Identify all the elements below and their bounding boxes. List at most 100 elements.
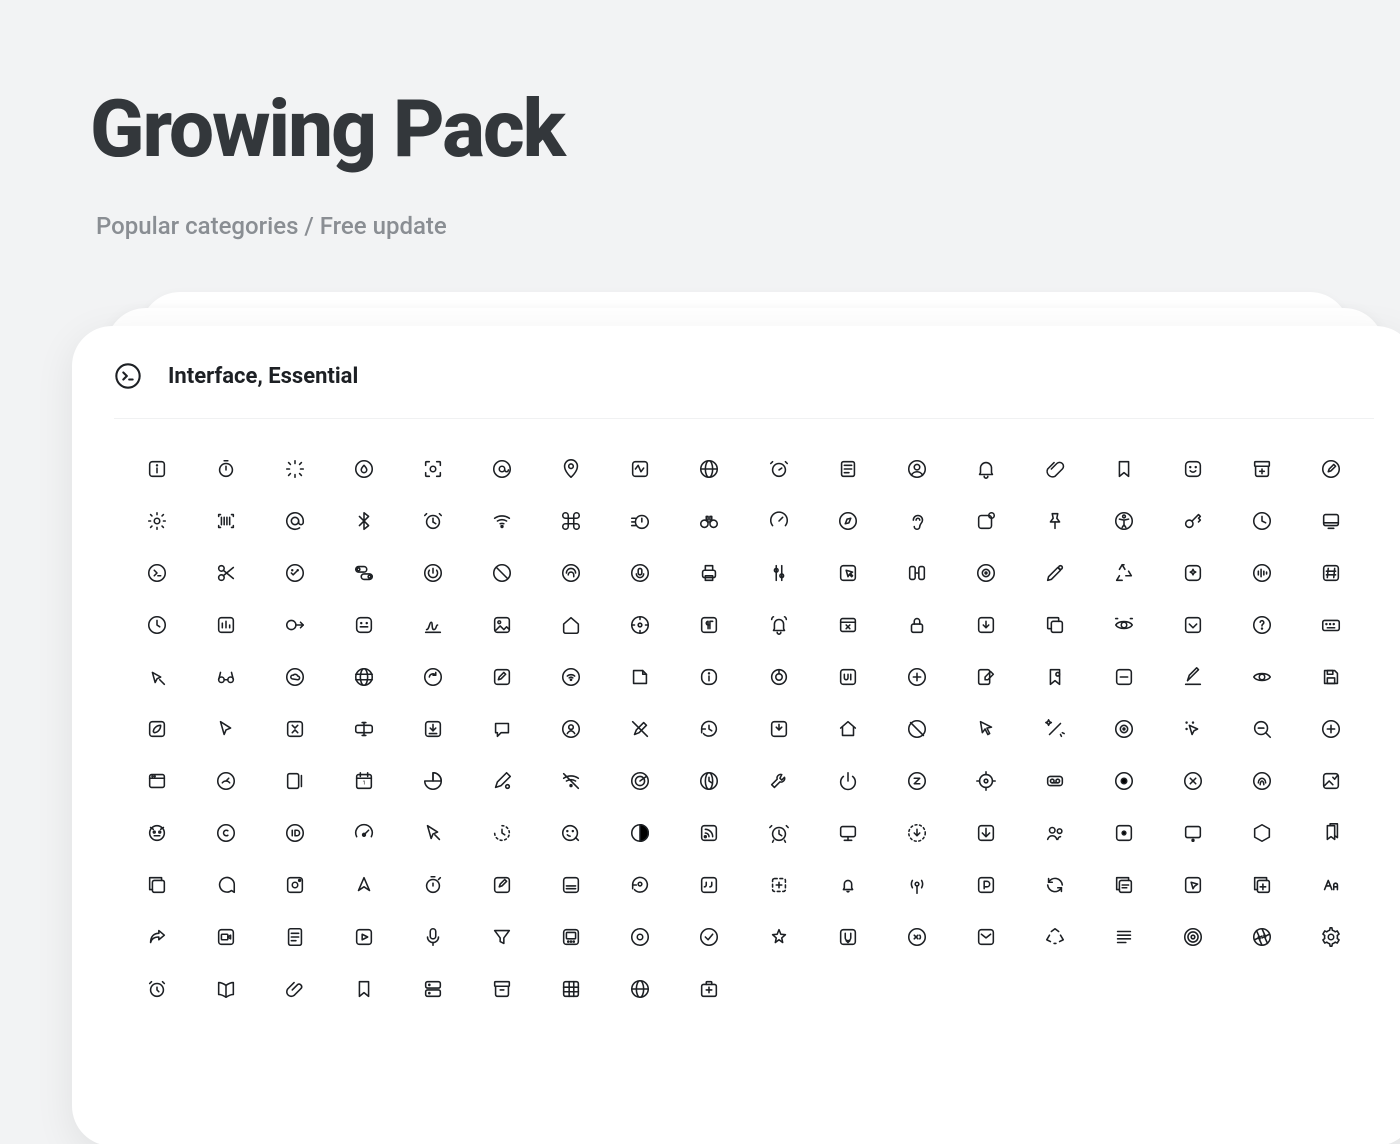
user-circle-icon xyxy=(882,458,951,480)
bookmark-search-icon xyxy=(1020,666,1089,688)
magic-wand-icon xyxy=(1020,718,1089,740)
leaf-square-icon xyxy=(122,718,191,740)
share-forward-icon xyxy=(122,926,191,948)
eye-icon xyxy=(1228,666,1297,688)
sync-circle-icon xyxy=(1020,874,1089,896)
note-edit-icon xyxy=(951,666,1020,688)
cursor-arrow-icon xyxy=(951,718,1020,740)
server-lines-icon xyxy=(398,978,467,1000)
no-wifi-icon xyxy=(537,770,606,792)
binoculars-icon xyxy=(675,510,744,532)
icon-card: Interface, Essential xyxy=(72,326,1400,1144)
cursor-bold-icon xyxy=(191,718,260,740)
send-right-icon xyxy=(260,614,329,636)
cloud-circle-icon xyxy=(260,666,329,688)
browser-window-icon xyxy=(122,770,191,792)
chart-donut-icon xyxy=(744,666,813,688)
paragraph-square-icon xyxy=(675,614,744,636)
prohibited-icon xyxy=(882,718,951,740)
book-open-icon xyxy=(191,978,260,1000)
recycle-triangle-icon xyxy=(1020,926,1089,948)
eye-scan-icon xyxy=(1090,614,1159,636)
at-sign-icon xyxy=(260,510,329,532)
image-icon xyxy=(468,614,537,636)
duplicate-icon xyxy=(1020,614,1089,636)
ui-badge-icon xyxy=(813,666,882,688)
hexagon-icon xyxy=(1228,822,1297,844)
no-edit-icon xyxy=(606,718,675,740)
add-circle-icon xyxy=(1297,718,1366,740)
wifi-icon xyxy=(468,510,537,532)
reload-user-icon xyxy=(606,874,675,896)
arrow-down-box-icon xyxy=(951,822,1020,844)
bug-face-icon xyxy=(122,822,191,844)
broadcast-icon xyxy=(882,874,951,896)
loading-icon xyxy=(260,458,329,480)
glasses-icon xyxy=(191,666,260,688)
parking-square-icon xyxy=(951,874,1020,896)
equalizer-box-icon xyxy=(191,614,260,636)
recycle-icon xyxy=(1090,562,1159,584)
flip-panels-icon xyxy=(882,562,951,584)
card-title: Interface, Essential xyxy=(168,364,358,389)
photo-check-icon xyxy=(1297,770,1366,792)
card-header: Interface, Essential xyxy=(114,362,1374,419)
bluetooth-icon xyxy=(329,510,398,532)
list-bottom-icon xyxy=(537,874,606,896)
bell-small-icon xyxy=(813,874,882,896)
help-circle-icon xyxy=(1228,614,1297,636)
book-lines-icon xyxy=(813,458,882,480)
scissors-icon xyxy=(191,562,260,584)
copyright-icon xyxy=(191,822,260,844)
download-box-icon xyxy=(951,614,1020,636)
mic-circle-icon xyxy=(606,562,675,584)
rename-field-icon xyxy=(329,718,398,740)
compose-square-icon xyxy=(468,874,537,896)
filter-icon xyxy=(468,926,537,948)
radar-icon xyxy=(606,770,675,792)
cursor-up-icon xyxy=(329,874,398,896)
bookmark-icon xyxy=(1090,458,1159,480)
check-circle-icon xyxy=(675,926,744,948)
edit-underline-icon xyxy=(1159,666,1228,688)
touch-id-icon xyxy=(1228,770,1297,792)
audio-wave-icon xyxy=(1228,562,1297,584)
clock-icon xyxy=(122,614,191,636)
terminal-run-icon xyxy=(122,562,191,584)
voicemail-box-icon xyxy=(1020,770,1089,792)
cursor-square-icon xyxy=(813,562,882,584)
history-icon xyxy=(675,718,744,740)
lock-icon xyxy=(882,614,951,636)
smiley-square-icon xyxy=(1159,458,1228,480)
stopwatch-icon xyxy=(191,458,260,480)
download-u-icon xyxy=(813,926,882,948)
info-square-icon xyxy=(122,458,191,480)
pencil-cursor-icon xyxy=(468,770,537,792)
record-dot-icon xyxy=(606,926,675,948)
no-entry-icon xyxy=(468,562,537,584)
compass-circle-icon xyxy=(813,510,882,532)
toggles-icon xyxy=(329,562,398,584)
chat-bubble-icon xyxy=(468,718,537,740)
pushpin-icon xyxy=(1020,510,1089,532)
add-sparkle-icon xyxy=(882,666,951,688)
edit-note-icon xyxy=(468,666,537,688)
archive-box-icon xyxy=(468,978,537,1000)
home-outline-icon xyxy=(537,614,606,636)
activity-square-icon xyxy=(606,458,675,480)
user-group-icon xyxy=(1020,822,1089,844)
face-edit-icon xyxy=(537,822,606,844)
stopwatch-bold-icon xyxy=(398,874,467,896)
disc-target-icon xyxy=(951,562,1020,584)
bell-icon xyxy=(951,458,1020,480)
collapse-square-icon xyxy=(260,718,329,740)
bookmark-outline-icon xyxy=(329,978,398,1000)
stack-copy-icon xyxy=(122,874,191,896)
bookmarks-icon xyxy=(1297,822,1366,844)
terminal-circle-icon xyxy=(114,362,142,390)
download-down-icon xyxy=(744,718,813,740)
microphone-icon xyxy=(398,926,467,948)
first-aid-icon xyxy=(675,978,744,1000)
power-circle-icon xyxy=(398,562,467,584)
water-drop-circle-icon xyxy=(329,458,398,480)
